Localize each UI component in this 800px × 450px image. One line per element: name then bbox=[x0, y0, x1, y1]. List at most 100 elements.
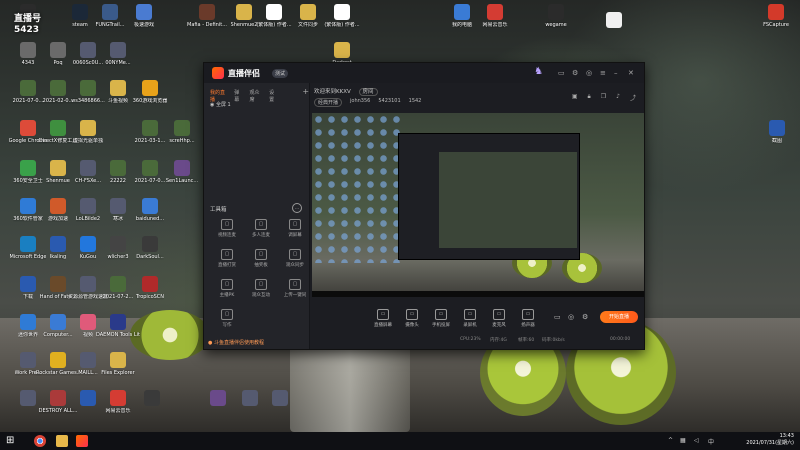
source-control[interactable]: ▭ 录屏机 bbox=[457, 309, 483, 328]
chrome-taskbar-icon[interactable] bbox=[34, 435, 46, 447]
folder-icon bbox=[236, 4, 252, 20]
share-icon[interactable]: ⤴ bbox=[630, 93, 636, 102]
bitrate-stat: 码率:0kb/s bbox=[542, 338, 565, 343]
desktop-icon[interactable]: 极速游戏 bbox=[122, 4, 166, 40]
clock-time: 13:43 bbox=[779, 433, 794, 439]
desktop-icon[interactable]: FSCapture bbox=[754, 4, 798, 40]
studio-main-panel: 欢迎来到KKXV 房间 经典开播 john356 5423101 1542 ▣ … bbox=[310, 83, 644, 349]
hand-of-fate-icon bbox=[50, 276, 66, 292]
source-control[interactable]: ▭ 手机投屏 bbox=[428, 309, 454, 328]
windows-start-icon[interactable]: ⊞ bbox=[6, 435, 18, 447]
settings-toggle-icon[interactable]: ⚙ bbox=[582, 313, 588, 321]
desktop-icon[interactable]: DAEMON Tools Lite bbox=[96, 314, 140, 350]
streaming-studio-window[interactable]: 直播伴侣 测试 ♞ ▭ ⚙ ◎ ≡ – ✕ 我的直播 弹幕 观众席 设置 + ◉… bbox=[203, 62, 645, 350]
image-icon bbox=[142, 160, 158, 176]
studio-taskbar-icon[interactable] bbox=[76, 435, 88, 447]
file-explorer-taskbar-icon[interactable] bbox=[56, 435, 68, 447]
toolbox-item[interactable]: ▢ 直播打赏 bbox=[212, 249, 242, 275]
desktop-icon[interactable]: (繁体版) 作者... bbox=[320, 4, 364, 40]
desktop-icon[interactable]: TropicoSCN bbox=[128, 276, 172, 312]
tray-arrow-icon[interactable]: ^ bbox=[668, 437, 673, 444]
tab-audience[interactable]: 观众席 bbox=[249, 89, 263, 103]
network-icon[interactable]: ▦ bbox=[680, 437, 686, 444]
desktop-icon-label: 4343 bbox=[21, 60, 35, 66]
upload-icon: ▢ bbox=[289, 279, 301, 290]
source-control[interactable]: ▭ 直播屏幕 bbox=[370, 309, 396, 328]
source-control[interactable]: ▭ 麦克风 bbox=[486, 309, 512, 328]
volume-icon[interactable]: ◁ bbox=[694, 437, 699, 444]
daemon-tools-icon bbox=[110, 314, 126, 330]
preview-taskbar bbox=[312, 291, 644, 297]
tab-settings[interactable]: 设置 bbox=[269, 89, 278, 103]
bell-icon[interactable]: ♪ bbox=[616, 93, 620, 102]
rockstar-icon bbox=[50, 352, 66, 368]
watermark-id: 5423 bbox=[14, 25, 40, 35]
toolbox-item[interactable]: ▢ 写作 bbox=[212, 309, 242, 335]
tutorial-link-text: 斗鱼直播伴侣使用教程 bbox=[213, 340, 264, 346]
room-mode-pill[interactable]: 经典开播 bbox=[314, 98, 343, 107]
toolbox-item[interactable]: ▢ 调屏幕 bbox=[280, 219, 310, 245]
toolbox-item[interactable]: ▢ 观众同步 bbox=[280, 249, 310, 275]
desktop-icon[interactable]: Files Explorer bbox=[96, 352, 140, 388]
camera-toggle-icon[interactable]: ▭ bbox=[554, 313, 561, 321]
settings-icon[interactable]: ⚙ bbox=[572, 69, 578, 77]
message-icon[interactable]: ▭ bbox=[558, 69, 565, 77]
tutorial-link[interactable]: ● 斗鱼直播伴侣使用教程 bbox=[208, 339, 264, 346]
record-toggle-icon[interactable]: ◎ bbox=[568, 313, 574, 321]
source-control[interactable]: ▭ 扬声器 bbox=[515, 309, 541, 328]
desktop-icon-label: 我的电脑 bbox=[451, 22, 472, 28]
desktop-icon[interactable]: 网易云音乐 bbox=[473, 4, 517, 40]
eye-icon[interactable]: ◉ bbox=[210, 102, 214, 108]
room-header-badge[interactable]: 房间 bbox=[358, 88, 378, 96]
toolbox-item[interactable]: ▢ 主播PK bbox=[212, 279, 242, 305]
studio-titlebar[interactable]: 直播伴侣 测试 ♞ ▭ ⚙ ◎ ≡ – ✕ bbox=[204, 63, 644, 83]
netease-music-icon bbox=[487, 4, 503, 20]
desktop-icon[interactable]: 虚拟光驱单独 bbox=[66, 120, 110, 156]
menu-icon[interactable]: ≡ bbox=[600, 69, 606, 77]
skin-icon[interactable]: ◎ bbox=[586, 69, 592, 77]
minimize-icon[interactable]: – bbox=[614, 69, 618, 77]
toolbox-item[interactable]: ▢ 上传一键同 bbox=[280, 279, 310, 305]
screenshot-icon[interactable]: ▣ bbox=[572, 93, 578, 102]
desktop-icon[interactable]: baiduned... bbox=[128, 198, 172, 234]
desktop-icon-label: 文件同步 bbox=[297, 22, 318, 28]
toolbox-item[interactable]: ▢ 视频连麦 bbox=[212, 219, 242, 245]
desktop-icon[interactable]: DarkSoul... bbox=[128, 236, 172, 272]
folder-icon bbox=[50, 160, 66, 176]
tab-danmaku[interactable]: 弹幕 bbox=[234, 89, 243, 103]
toolbox-item[interactable]: ▢ 抽奖板 bbox=[246, 249, 276, 275]
desktop-icon[interactable]: Sen1Launc... bbox=[160, 160, 204, 196]
toolbox-item[interactable]: ▢ 多人连麦 bbox=[246, 219, 276, 245]
mascot-icon: ♞ bbox=[534, 66, 543, 77]
desktop-icon[interactable]: screHhp... bbox=[160, 120, 204, 156]
file-icon bbox=[110, 198, 126, 214]
desktop-icon[interactable]: 360游戏浏览器 bbox=[128, 80, 172, 116]
toolbox-more-button[interactable]: … bbox=[292, 203, 302, 213]
image-icon bbox=[142, 120, 158, 136]
preview-desktop-icons bbox=[312, 113, 402, 263]
lock-icon[interactable]: 🔒︎ bbox=[588, 93, 591, 102]
toolbox-item[interactable]: ▢ 观众互动 bbox=[246, 279, 276, 305]
toolbox-item-label: 主播PK bbox=[219, 293, 235, 298]
system-clock[interactable]: 13:43 2021/07/31(星期六) bbox=[746, 433, 794, 447]
scene-item[interactable]: ◉ 全屏 1 bbox=[210, 101, 231, 108]
desktop-icon-label: TropicoSCN bbox=[135, 294, 165, 300]
live-preview[interactable] bbox=[312, 113, 644, 297]
add-scene-button[interactable]: + bbox=[302, 88, 309, 103]
desktop-icon[interactable]: 00NYMe... bbox=[96, 42, 140, 78]
source-control[interactable]: ▭ 摄像头 bbox=[399, 309, 425, 328]
desktop-icon[interactable]: wegame bbox=[534, 4, 578, 40]
desktop-icon[interactable]: 截图 bbox=[755, 120, 799, 156]
start-live-button[interactable]: 开始直播 bbox=[600, 311, 638, 323]
microphone-icon: ▭ bbox=[493, 309, 505, 320]
desktop-icon[interactable] bbox=[258, 390, 302, 426]
desktop-icon[interactable] bbox=[592, 12, 636, 48]
ime-language[interactable]: 中 bbox=[708, 437, 714, 446]
taskbar: ⊞ ^ ▦ ◁ 中 13:43 2021/07/31(星期六) bbox=[0, 432, 800, 450]
desktop-icon[interactable] bbox=[130, 390, 174, 426]
folder-icon bbox=[334, 42, 350, 58]
copy-icon[interactable]: ❐ bbox=[601, 93, 606, 102]
chrome-icon bbox=[20, 120, 36, 136]
document-icon bbox=[334, 4, 350, 20]
close-icon[interactable]: ✕ bbox=[628, 69, 634, 77]
